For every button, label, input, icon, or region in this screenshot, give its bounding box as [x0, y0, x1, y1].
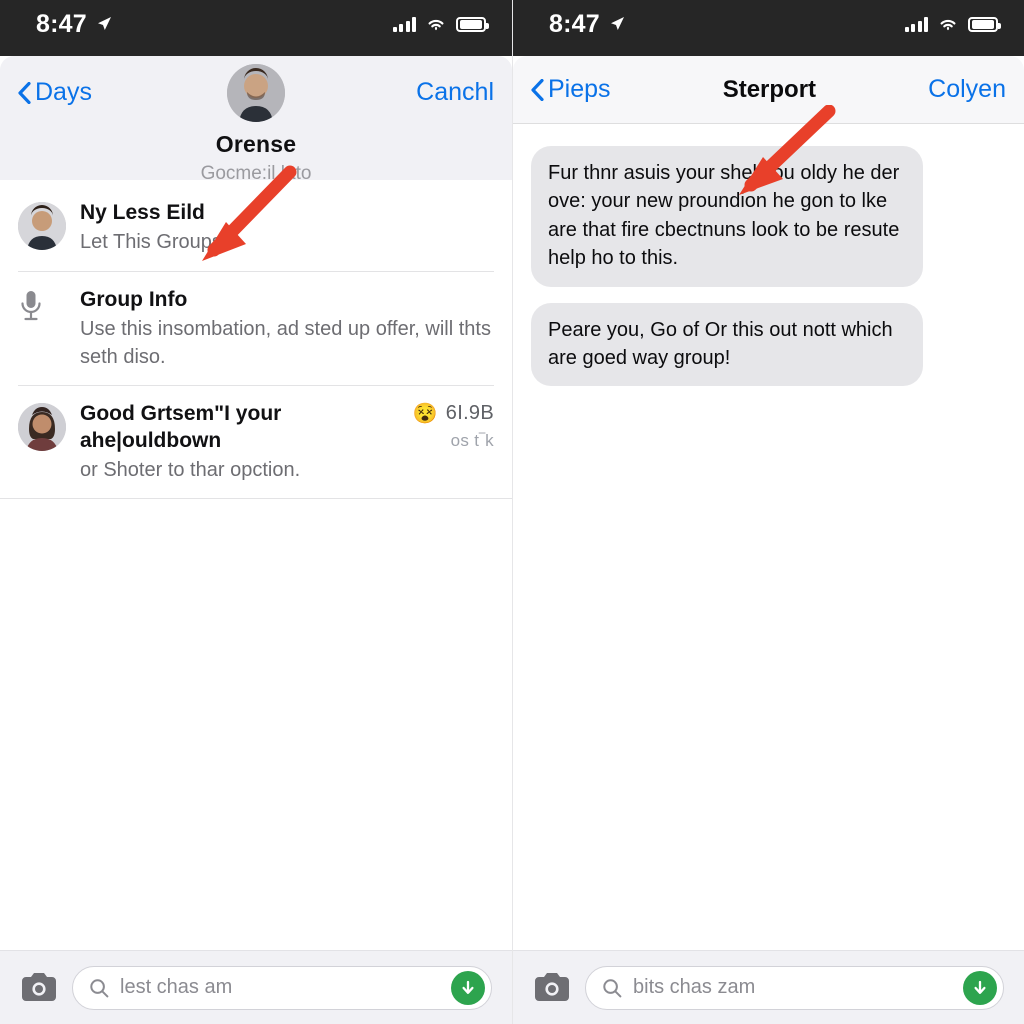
avatar-man-image [227, 64, 285, 122]
message-row: Fur thnr asuis your shel you oldy he der… [531, 146, 1006, 287]
avatar-woman-icon [18, 403, 66, 452]
status-bar-right: 8:47 [513, 0, 1024, 56]
nav-bar-right: Pieps Sterport Colyen [513, 56, 1024, 124]
list-left: Ny Less Eild Let This Groups Group Info … [0, 180, 512, 500]
dizzy-face-emoji: 😵 [412, 403, 438, 426]
right-phone-panel: 8:47 Pieps Sterport Colyen Fur thnr asui… [512, 0, 1024, 1024]
cancel-button-left[interactable]: Canchl [416, 78, 494, 107]
battery-icon [456, 16, 489, 32]
page-title: Sterport [722, 75, 817, 103]
avatar-man-icon [18, 202, 66, 250]
contact-name: Orense [215, 131, 297, 157]
nav-bar-left: Days Canchl Orense Gocme:il lato [0, 56, 512, 184]
list-item-body: Good Grtsem"I your ahe|ouldbown 😵 or Sho… [80, 401, 438, 484]
battery-icon [968, 16, 1001, 32]
list-item-meta: 6I.9B ᴏs t‾k [438, 401, 494, 451]
cancel-button-label: Canchl [416, 78, 494, 106]
status-bar-indicators-right [904, 16, 1001, 32]
list-item[interactable]: Group Info Use this insombation, ad sted… [0, 270, 512, 385]
download-arrow-icon [462, 980, 474, 994]
action-button-right[interactable]: Colyen [928, 75, 1006, 104]
nav-bar-left-wrapper: Days Canchl Orense Gocme:il lato [0, 56, 512, 184]
chevron-left-icon [531, 78, 544, 101]
camera-icon[interactable] [533, 972, 571, 1003]
list-item-subtitle: Use this insombation, ad sted up offer, … [80, 318, 491, 368]
search-input-right[interactable]: bits chas zam [585, 965, 1004, 1010]
search-input-value: bits chas zam [633, 976, 756, 998]
left-phone-panel: 8:47 Days Canchl Orense Gocme:il lato Ny… [0, 0, 512, 1024]
search-icon [90, 978, 109, 997]
status-time-label: 8:47 [36, 9, 87, 38]
status-bar-indicators-left [392, 16, 489, 32]
message-thread: Fur thnr asuis your shel you oldy he der… [513, 124, 1024, 387]
dual-screenshot-stage: 8:47 Days Canchl Orense Gocme:il lato Ny… [0, 0, 1024, 1024]
search-icon [603, 978, 622, 997]
cellular-bars-icon [392, 16, 416, 32]
list-item-lead [18, 401, 80, 452]
message-bubble-incoming[interactable]: Peare you, Go of Or this out nott which … [531, 302, 923, 387]
wifi-icon [940, 19, 956, 31]
message-bubble-incoming[interactable]: Fur thnr asuis your shel you oldy he der… [531, 146, 923, 287]
status-bar-time-group: 8:47 [36, 10, 114, 39]
location-arrow-icon [97, 17, 111, 30]
location-arrow-icon [610, 17, 624, 30]
avatar-woman-image [18, 403, 66, 452]
wifi-icon [428, 19, 444, 31]
message-row: Peare you, Go of Or this out nott which … [531, 302, 1006, 387]
nav-bar-right-wrapper: Pieps Sterport Colyen [513, 56, 1024, 124]
list-item[interactable]: Ny Less Eild Let This Groups [0, 184, 512, 271]
list-item-meta-primary: 6I.9B [445, 402, 494, 425]
list-item-body: Group Info Use this insombation, ad sted… [80, 287, 494, 371]
cellular-bars-icon [904, 16, 928, 32]
list-item-lead [18, 200, 80, 250]
list-item-meta-secondary: ᴏs t‾k [450, 431, 494, 451]
list-item-title: Group Info [80, 287, 188, 311]
list-item-title: Good Grtsem"I your ahe|ouldbown [80, 402, 282, 452]
bottom-bar-left: lest chas am [0, 950, 512, 1024]
action-button-label: Colyen [928, 75, 1006, 103]
chevron-left-icon [18, 81, 31, 104]
download-arrow-button-right[interactable] [963, 970, 997, 1005]
status-time-label: 8:47 [549, 9, 600, 38]
list-item-body: Ny Less Eild Let This Groups [80, 200, 494, 257]
list-item-title-line: Good Grtsem"I your ahe|ouldbown 😵 [80, 401, 438, 454]
list-item-lead [18, 287, 80, 323]
list-item-subtitle: Let This Groups [80, 231, 222, 254]
avatar-man-image [18, 202, 66, 250]
microphone-icon [21, 290, 41, 320]
download-arrow-button-left[interactable] [451, 970, 485, 1005]
download-arrow-icon [974, 980, 986, 994]
search-input-left[interactable]: lest chas am [72, 965, 492, 1010]
status-bar-left: 8:47 [0, 0, 512, 56]
list-item-subtitle: or Shoter to thar opction. [80, 458, 301, 481]
status-bar-time-group: 8:47 [549, 10, 627, 39]
list-item-title: Ny Less Eild [80, 201, 205, 224]
search-input-value: lest chas am [120, 976, 233, 998]
list-item[interactable]: Good Grtsem"I your ahe|ouldbown 😵 or Sho… [0, 385, 512, 500]
back-button-label: Days [35, 78, 92, 106]
back-button-left[interactable]: Days [18, 78, 92, 107]
back-button-right[interactable]: Pieps [531, 75, 611, 104]
back-button-label: Pieps [548, 75, 611, 103]
contact-avatar[interactable] [227, 64, 285, 122]
camera-icon[interactable] [20, 972, 58, 1003]
bottom-bar-right: bits chas zam [513, 950, 1024, 1024]
